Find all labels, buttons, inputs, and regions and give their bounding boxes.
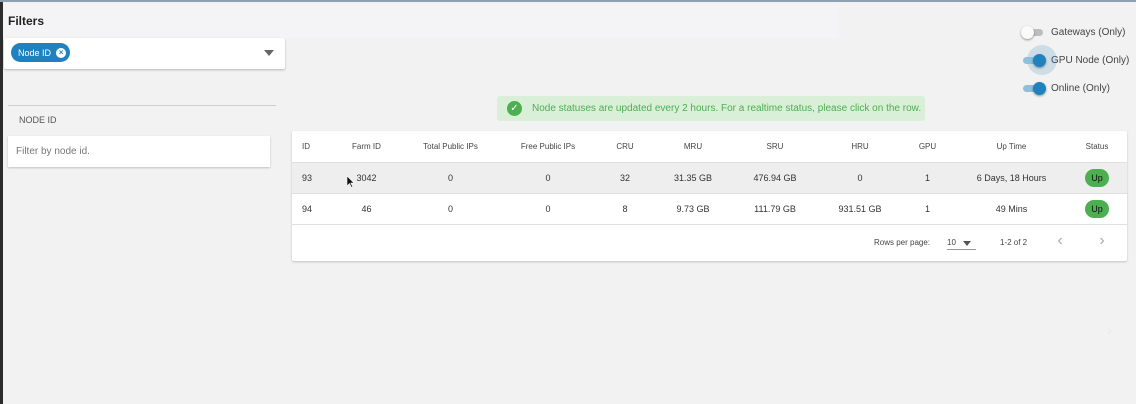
window-edge	[0, 0, 3, 404]
chevron-right-icon: ›	[1107, 322, 1112, 338]
cell-cru: 8	[593, 193, 657, 225]
gateways-switch[interactable]	[1021, 25, 1045, 39]
cell-status: Up	[1067, 193, 1127, 225]
table-row[interactable]: 94 46 0 0 8 9.73 GB 111.79 GB 931.51 GB …	[292, 193, 1127, 225]
column-header[interactable]: Status	[1067, 131, 1127, 163]
toggle-label: GPU Node (Only)	[1051, 54, 1130, 66]
cell-hru: 0	[821, 162, 899, 194]
cell-id: 94	[292, 193, 335, 225]
cell-farm-id: 46	[335, 193, 398, 225]
mouse-cursor-icon	[347, 176, 355, 188]
filters-title: Filters	[8, 14, 45, 28]
chevron-down-icon	[963, 241, 971, 246]
table-row[interactable]: 93 3042 0 0 32 31.35 GB 476.94 GB 0 1 6 …	[292, 162, 1127, 194]
table-header-row: ID Farm ID Total Public IPs Free Public …	[292, 131, 1127, 163]
cell-id: 93	[292, 162, 335, 194]
cell-gpu: 1	[899, 193, 956, 225]
gpu-node-switch[interactable]	[1021, 45, 1057, 75]
cell-gpu: 1	[899, 162, 956, 194]
toggle-online[interactable]: Online (Only)	[1021, 80, 1110, 96]
cell-free-public-ips: 0	[503, 162, 593, 194]
cell-total-public-ips: 0	[398, 162, 503, 194]
column-header[interactable]: GPU	[899, 131, 956, 163]
column-header[interactable]: CRU	[593, 131, 657, 163]
toggle-gateways[interactable]: Gateways (Only)	[1021, 24, 1125, 40]
status-badge: Up	[1085, 168, 1109, 187]
pagination: Rows per page: 10 1-2 of 2 ‹ ›	[292, 224, 1127, 261]
chevron-down-icon[interactable]	[264, 50, 274, 56]
status-badge: Up	[1085, 199, 1109, 218]
node-id-filter-input[interactable]	[8, 136, 270, 167]
filters-header	[3, 4, 839, 38]
chip-node-id: Node ID ×	[11, 43, 71, 62]
column-header[interactable]: ID	[292, 131, 335, 163]
rows-per-page-select[interactable]: 10	[947, 233, 976, 250]
cell-cru: 32	[593, 162, 657, 194]
toggle-label: Online (Only)	[1051, 82, 1110, 94]
page-range: 1-2 of 2	[1000, 238, 1028, 247]
divider	[8, 105, 276, 106]
close-icon[interactable]: ×	[56, 47, 67, 58]
cell-farm-id: 3042	[335, 162, 398, 194]
alert-text: Node statuses are updated every 2 hours.…	[532, 103, 922, 114]
cell-uptime: 49 Mins	[956, 193, 1067, 225]
cell-total-public-ips: 0	[398, 193, 503, 225]
chip-label: Node ID	[18, 47, 52, 58]
top-border	[0, 0, 1136, 2]
cell-free-public-ips: 0	[503, 193, 593, 225]
nodes-table: ID Farm ID Total Public IPs Free Public …	[292, 131, 1127, 225]
node-id-label: NODE ID	[19, 115, 57, 125]
chevron-left-icon[interactable]: ‹	[1053, 232, 1067, 250]
cell-sru: 476.94 GB	[729, 162, 821, 194]
column-header[interactable]: Up Time	[956, 131, 1067, 163]
cell-status: Up	[1067, 162, 1127, 194]
column-header[interactable]: Total Public IPs	[398, 131, 503, 163]
toggle-gpu-node[interactable]: GPU Node (Only)	[1021, 45, 1130, 75]
cell-mru: 9.73 GB	[657, 193, 729, 225]
online-switch[interactable]	[1021, 81, 1046, 95]
status-alert: ✓ Node statuses are updated every 2 hour…	[497, 96, 925, 121]
column-header[interactable]: Free Public IPs	[503, 131, 593, 163]
rows-per-page-value: 10	[947, 238, 956, 247]
column-header[interactable]: Farm ID	[335, 131, 398, 163]
cell-mru: 31.35 GB	[657, 162, 729, 194]
nodes-table-card: ID Farm ID Total Public IPs Free Public …	[292, 131, 1127, 261]
column-header[interactable]: SRU	[729, 131, 821, 163]
column-header[interactable]: HRU	[821, 131, 899, 163]
rows-per-page-label: Rows per page:	[874, 238, 931, 247]
filter-select[interactable]: Node ID ×	[4, 38, 285, 69]
cell-uptime: 6 Days, 18 Hours	[956, 162, 1067, 194]
cell-hru: 931.51 GB	[821, 193, 899, 225]
check-circle-icon: ✓	[507, 101, 522, 116]
toggle-label: Gateways (Only)	[1051, 26, 1126, 38]
column-header[interactable]: MRU	[657, 131, 729, 163]
chevron-right-icon[interactable]: ›	[1095, 232, 1109, 250]
cell-sru: 111.79 GB	[729, 193, 821, 225]
